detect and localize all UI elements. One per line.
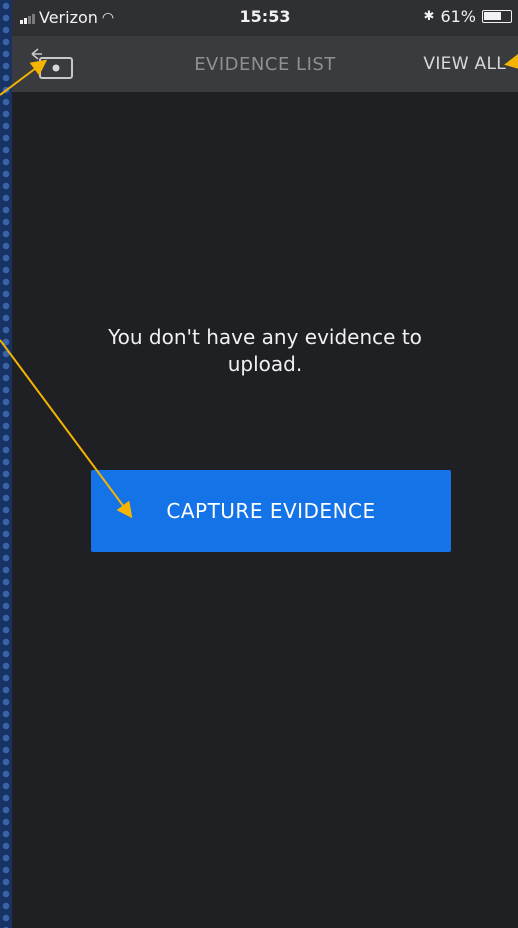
status-right-group: ✱ 61% (424, 7, 512, 26)
capture-evidence-button[interactable]: CAPTURE EVIDENCE (91, 470, 451, 552)
phone-screen: Verizon ◠ 15:53 ✱ 61% EVIDENCE LIST VIEW… (12, 0, 518, 928)
battery-icon (482, 10, 512, 23)
empty-state-message: You don't have any evidence to upload. (108, 325, 422, 376)
outer-frame: Verizon ◠ 15:53 ✱ 61% EVIDENCE LIST VIEW… (0, 0, 518, 928)
status-bar: Verizon ◠ 15:53 ✱ 61% (12, 0, 518, 36)
navigation-bar: EVIDENCE LIST VIEW ALL (12, 36, 518, 92)
bluetooth-icon: ✱ (423, 9, 435, 24)
battery-percent: 61% (440, 7, 476, 26)
view-all-button[interactable]: VIEW ALL (423, 54, 506, 74)
